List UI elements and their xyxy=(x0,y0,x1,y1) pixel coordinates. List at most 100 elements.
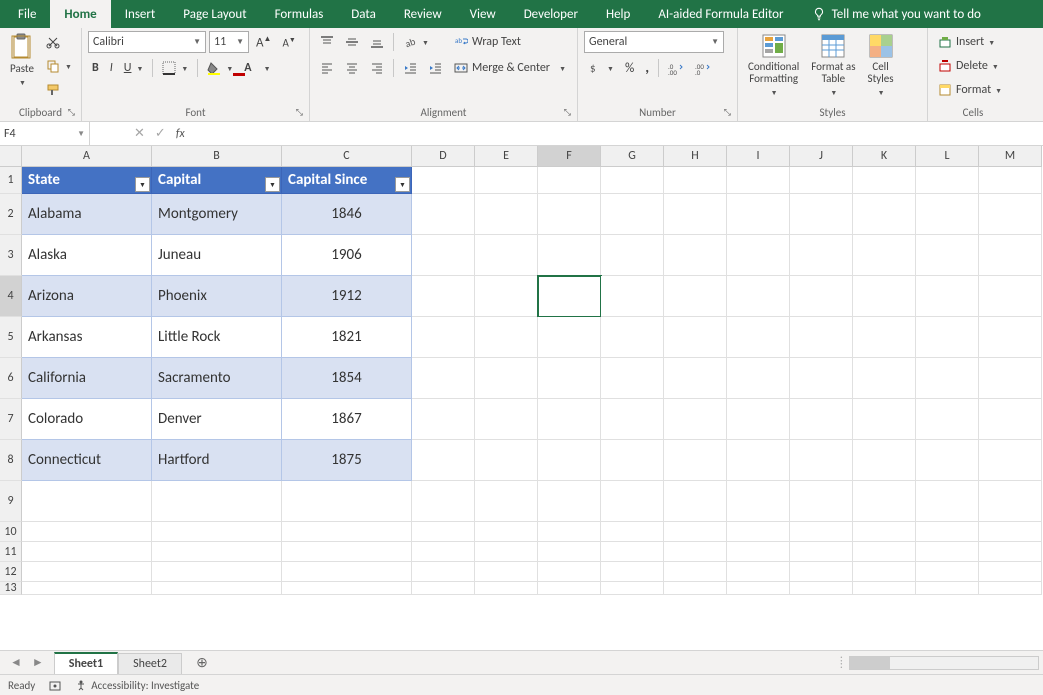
cell[interactable] xyxy=(979,358,1042,399)
font-size-select[interactable]: 11▼ xyxy=(209,31,249,53)
cell[interactable] xyxy=(475,317,538,358)
decrease-font-button[interactable]: A▼ xyxy=(278,31,299,53)
cell[interactable] xyxy=(727,235,790,276)
row-header[interactable]: 8 xyxy=(0,440,22,481)
tab-developer[interactable]: Developer xyxy=(510,0,592,28)
cell[interactable] xyxy=(916,582,979,595)
cell[interactable] xyxy=(664,194,727,235)
align-middle-button[interactable] xyxy=(341,31,363,53)
cell[interactable] xyxy=(22,562,152,582)
cell[interactable] xyxy=(727,276,790,317)
tab-home[interactable]: Home xyxy=(50,0,110,28)
align-top-button[interactable] xyxy=(316,31,338,53)
cell[interactable] xyxy=(538,399,601,440)
cell[interactable] xyxy=(412,481,475,522)
cell[interactable] xyxy=(979,481,1042,522)
number-format-select[interactable]: General▼ xyxy=(584,31,724,53)
merge-center-button[interactable]: Merge & Center▼ xyxy=(450,57,570,79)
cell[interactable] xyxy=(538,562,601,582)
decrease-indent-button[interactable] xyxy=(399,57,421,79)
cell[interactable] xyxy=(412,522,475,542)
cell[interactable] xyxy=(538,522,601,542)
cell[interactable] xyxy=(22,522,152,542)
cell[interactable] xyxy=(853,582,916,595)
cell[interactable] xyxy=(916,522,979,542)
tab-data[interactable]: Data xyxy=(337,0,390,28)
orientation-button[interactable]: ab▼ xyxy=(399,31,433,53)
column-header[interactable]: I xyxy=(727,146,790,167)
cell[interactable] xyxy=(152,522,282,542)
row-header[interactable]: 3 xyxy=(0,235,22,276)
cell[interactable] xyxy=(727,481,790,522)
tab-formulas[interactable]: Formulas xyxy=(261,0,338,28)
cell[interactable] xyxy=(979,317,1042,358)
cell[interactable] xyxy=(412,194,475,235)
cell[interactable] xyxy=(601,562,664,582)
add-sheet-button[interactable]: ⊕ xyxy=(188,651,216,674)
column-header[interactable]: K xyxy=(853,146,916,167)
cell[interactable] xyxy=(475,481,538,522)
cell[interactable] xyxy=(282,542,412,562)
cell[interactable] xyxy=(152,542,282,562)
cell[interactable] xyxy=(152,582,282,595)
cell[interactable] xyxy=(538,194,601,235)
column-header[interactable]: H xyxy=(664,146,727,167)
cell[interactable] xyxy=(727,194,790,235)
cell[interactable] xyxy=(790,194,853,235)
cell[interactable]: Juneau xyxy=(152,235,282,276)
cell[interactable] xyxy=(475,440,538,481)
cell[interactable]: 1912 xyxy=(282,276,412,317)
cell[interactable] xyxy=(790,522,853,542)
align-center-button[interactable] xyxy=(341,57,363,79)
cell[interactable] xyxy=(664,522,727,542)
cell[interactable] xyxy=(664,481,727,522)
column-header[interactable]: J xyxy=(790,146,853,167)
percent-format-button[interactable]: % xyxy=(621,57,638,79)
column-header[interactable]: B xyxy=(152,146,282,167)
tab-help[interactable]: Help xyxy=(592,0,644,28)
delete-cells-button[interactable]: Delete▼ xyxy=(934,55,1003,77)
cell[interactable] xyxy=(601,440,664,481)
cell[interactable] xyxy=(979,399,1042,440)
cell[interactable] xyxy=(727,440,790,481)
borders-button[interactable]: ▼ xyxy=(158,57,192,79)
cell[interactable] xyxy=(853,522,916,542)
cell[interactable] xyxy=(790,167,853,194)
cell[interactable] xyxy=(601,317,664,358)
row-header[interactable]: 5 xyxy=(0,317,22,358)
cell[interactable] xyxy=(853,235,916,276)
macro-record-button[interactable] xyxy=(49,679,61,691)
cell[interactable] xyxy=(664,542,727,562)
cell[interactable] xyxy=(916,194,979,235)
cell[interactable]: Capital Since▼ xyxy=(282,167,412,194)
cell[interactable]: Hartford xyxy=(152,440,282,481)
sheet-nav-prev[interactable]: ◄ xyxy=(10,655,22,670)
cell[interactable]: 1906 xyxy=(282,235,412,276)
cells-area[interactable]: State▼Capital▼Capital Since▼AlabamaMontg… xyxy=(22,167,1042,595)
row-header[interactable]: 7 xyxy=(0,399,22,440)
cell[interactable]: Sacramento xyxy=(152,358,282,399)
cell[interactable] xyxy=(979,194,1042,235)
cell[interactable] xyxy=(412,276,475,317)
bold-button[interactable]: B xyxy=(88,57,103,79)
cell[interactable] xyxy=(790,582,853,595)
cell[interactable]: Colorado xyxy=(22,399,152,440)
split-handle[interactable]: ⁞ xyxy=(840,656,843,670)
cell[interactable] xyxy=(916,235,979,276)
cell[interactable] xyxy=(601,481,664,522)
cell[interactable] xyxy=(916,317,979,358)
cell[interactable] xyxy=(601,194,664,235)
cell[interactable] xyxy=(475,399,538,440)
cell-styles-button[interactable]: Cell Styles▼ xyxy=(864,31,898,101)
cell[interactable] xyxy=(790,440,853,481)
cell[interactable] xyxy=(538,542,601,562)
cell[interactable] xyxy=(790,562,853,582)
cell[interactable] xyxy=(853,562,916,582)
cell[interactable] xyxy=(916,358,979,399)
conditional-formatting-button[interactable]: Conditional Formatting▼ xyxy=(744,31,803,101)
column-header[interactable]: G xyxy=(601,146,664,167)
cell[interactable] xyxy=(601,582,664,595)
cell[interactable] xyxy=(412,562,475,582)
cell[interactable] xyxy=(664,235,727,276)
cell[interactable]: 1875 xyxy=(282,440,412,481)
